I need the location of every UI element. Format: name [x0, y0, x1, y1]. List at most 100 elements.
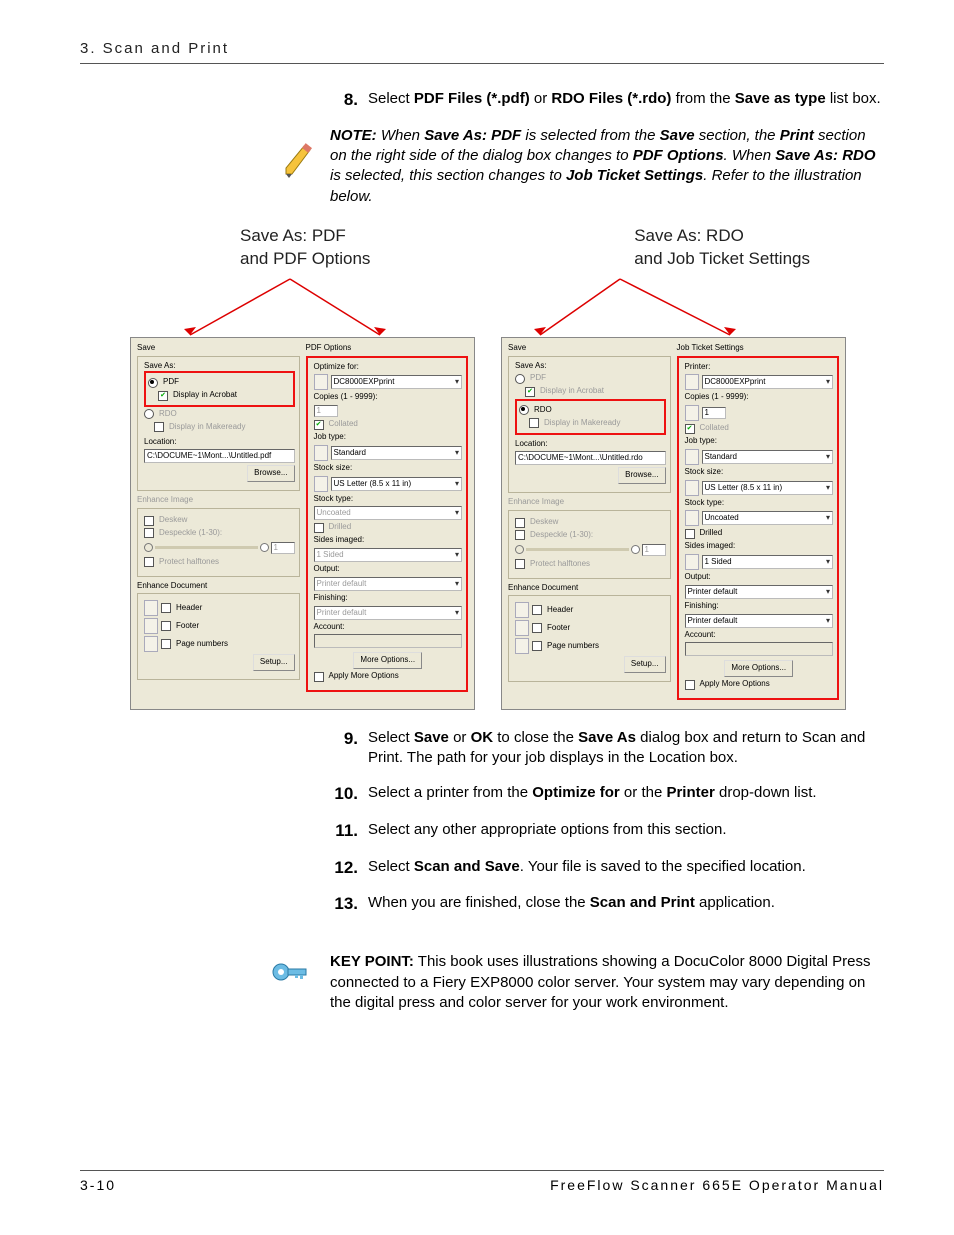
step-body: When you are finished, close the Scan an…: [368, 893, 884, 916]
val: DC8000EXPprint: [334, 377, 395, 387]
more-options-button[interactable]: More Options...: [353, 652, 422, 669]
step-number: 10.: [330, 783, 358, 806]
illus-label-right: Save As: RDO and Job Ticket Settings: [634, 225, 810, 271]
label: Display in Makeready: [169, 422, 245, 433]
chk-apply-more[interactable]: [685, 680, 695, 690]
label: Printer:: [685, 362, 834, 373]
header-icon[interactable]: [144, 600, 158, 616]
label: Deskew: [159, 515, 187, 526]
txt: Select: [368, 729, 414, 746]
label: PDF: [163, 377, 179, 388]
copies-icon: [685, 405, 699, 421]
label: Despeckle (1-30):: [159, 528, 222, 539]
chk-apply-more[interactable]: [314, 672, 324, 682]
txt: application.: [695, 894, 775, 911]
key-icon: [270, 952, 310, 992]
stocksize-dropdown[interactable]: US Letter (8.5 x 11 in): [702, 481, 834, 495]
chk-protect: [515, 559, 525, 569]
sides-dropdown[interactable]: 1 Sided: [702, 555, 834, 569]
sides-icon: [685, 554, 699, 570]
txt: PDF Options: [633, 147, 724, 164]
stocktype-dropdown[interactable]: Uncoated: [702, 511, 834, 525]
txt: Save As: RDO: [634, 225, 810, 248]
txt: or: [530, 90, 552, 107]
stocksize-dropdown[interactable]: US Letter (8.5 x 11 in): [331, 477, 463, 491]
step-number: 13.: [330, 893, 358, 916]
finishing-dropdown[interactable]: Printer default: [685, 614, 834, 628]
browse-button[interactable]: Browse...: [618, 467, 665, 484]
step-number: 9.: [330, 728, 358, 769]
radio-rdo[interactable]: [144, 409, 154, 419]
radio-pdf[interactable]: [148, 378, 158, 388]
more-options-button[interactable]: More Options...: [724, 660, 793, 677]
stocktype-icon: [685, 510, 699, 526]
footer-icon[interactable]: [515, 620, 529, 636]
chk-drilled[interactable]: [685, 529, 695, 539]
chk-pagenum[interactable]: [161, 639, 171, 649]
txt: is selected, this section changes to: [330, 167, 566, 184]
step-number: 12.: [330, 857, 358, 880]
label: Stock type:: [314, 494, 463, 505]
label: Page numbers: [547, 641, 599, 652]
label: Optimize for:: [314, 362, 463, 373]
jobtype-dropdown[interactable]: Standard: [702, 450, 834, 464]
chk-header[interactable]: [532, 605, 542, 615]
chk-footer[interactable]: [161, 621, 171, 631]
chk-collated: [314, 420, 324, 430]
step-number: 8.: [330, 89, 358, 112]
txt: section, the: [695, 127, 780, 144]
radio-pdf[interactable]: [515, 374, 525, 384]
radio-rdo[interactable]: [519, 405, 529, 415]
step-body: Select PDF Files (*.pdf) or RDO Files (*…: [368, 89, 884, 112]
dialog-panel-rdo: Save Save As: PDF Display in Acrobat RDO…: [501, 337, 846, 710]
label: Drilled: [700, 528, 723, 539]
label: RDO: [534, 405, 552, 416]
chk-footer[interactable]: [532, 623, 542, 633]
chk-acrobat[interactable]: [158, 391, 168, 401]
browse-button[interactable]: Browse...: [247, 465, 294, 482]
label: Protect halftones: [159, 557, 219, 568]
label: Job type:: [685, 436, 834, 447]
location-field[interactable]: C:\DOCUME~1\Mont...\Untitled.pdf: [144, 449, 295, 463]
chk-protect: [144, 557, 154, 567]
txt: list box.: [826, 90, 881, 107]
stocktype-dropdown: Uncoated: [314, 506, 463, 520]
txt: Scan and Save: [414, 858, 520, 875]
txt: Job Ticket Settings: [566, 167, 703, 184]
chk-pagenum[interactable]: [532, 641, 542, 651]
page-footer: 3-10 FreeFlow Scanner 665E Operator Manu…: [80, 1170, 884, 1193]
step-13: 13. When you are finished, close the Sca…: [330, 893, 884, 916]
chk-acrobat: [525, 387, 535, 397]
label: Save As:: [144, 361, 295, 372]
jobtype-icon: [685, 449, 699, 465]
keypoint-label: KEY POINT:: [330, 953, 414, 970]
copies-spin[interactable]: 1: [702, 407, 726, 419]
label: Collated: [329, 419, 358, 430]
label: Location:: [515, 439, 666, 450]
setup-button[interactable]: Setup...: [624, 656, 666, 673]
setup-button[interactable]: Setup...: [253, 654, 295, 671]
step-8: 8. Select PDF Files (*.pdf) or RDO Files…: [330, 89, 884, 112]
pagenum-icon[interactable]: [144, 636, 158, 652]
txt: from the: [671, 90, 734, 107]
footer-icon[interactable]: [144, 618, 158, 634]
label: Finishing:: [685, 601, 834, 612]
chk-makeready[interactable]: [529, 418, 539, 428]
jobtype-dropdown[interactable]: Standard: [331, 446, 463, 460]
group-title: Enhance Image: [508, 497, 671, 508]
pagenum-icon[interactable]: [515, 638, 529, 654]
printer-icon: [314, 374, 328, 390]
label: Apply More Options: [700, 679, 770, 690]
txt: Select: [368, 90, 414, 107]
txt: or: [449, 729, 471, 746]
chk-despeckle: [144, 528, 154, 538]
arrow-diagram: [130, 277, 850, 337]
location-field[interactable]: C:\DOCUME~1\Mont...\Untitled.rdo: [515, 451, 666, 465]
step-9: 9. Select Save or OK to close the Save A…: [330, 728, 884, 769]
header-icon[interactable]: [515, 602, 529, 618]
printer-dropdown[interactable]: DC8000EXPprint: [702, 375, 834, 389]
output-dropdown[interactable]: Printer default: [685, 585, 834, 599]
page-header: 3. Scan and Print: [80, 40, 884, 64]
chk-header[interactable]: [161, 603, 171, 613]
optimize-for-dropdown[interactable]: DC8000EXPprint: [331, 375, 463, 389]
